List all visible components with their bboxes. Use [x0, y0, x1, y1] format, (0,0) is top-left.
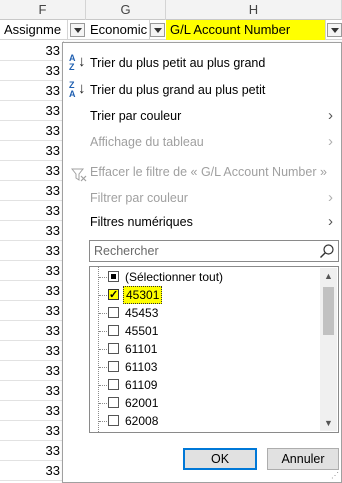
- table-cell[interactable]: 33: [0, 421, 64, 441]
- header-economic[interactable]: Economic: [86, 20, 150, 40]
- chevron-right-icon: ›: [328, 107, 333, 124]
- header-gl-account-number[interactable]: G/L Account Number: [166, 20, 326, 40]
- number-filters-label: Filtres numériques: [90, 215, 193, 229]
- table-cell[interactable]: 33: [0, 261, 64, 281]
- chevron-right-icon: ›: [328, 213, 333, 230]
- list-item-label: 45453: [125, 306, 159, 320]
- list-item[interactable]: 62008: [90, 412, 320, 430]
- table-cell[interactable]: 33: [0, 181, 64, 201]
- column-header-f[interactable]: F: [0, 0, 86, 20]
- table-cell[interactable]: 33: [0, 361, 64, 381]
- list-item[interactable]: 45501: [90, 322, 320, 340]
- sort-by-color-label: Trier par couleur: [90, 109, 182, 123]
- table-cell[interactable]: 33: [0, 161, 64, 181]
- select-all-item[interactable]: (Sélectionner tout): [90, 268, 320, 286]
- column-header-h[interactable]: H: [166, 0, 342, 20]
- list-item-label: 45501: [125, 324, 159, 338]
- search-box[interactable]: Rechercher: [89, 240, 339, 262]
- table-header-row: Assignme Economic G/L Account Number: [0, 20, 342, 40]
- chevron-right-icon: ›: [328, 189, 333, 206]
- table-cell[interactable]: 33: [0, 321, 64, 341]
- sort-descending-label: Trier du plus grand au plus petit: [90, 83, 266, 97]
- filter-dropdown-g[interactable]: [150, 23, 165, 37]
- table-cell[interactable]: 33: [0, 341, 64, 361]
- list-item[interactable]: 62001: [90, 394, 320, 412]
- table-cell[interactable]: 33: [0, 461, 64, 481]
- scroll-thumb[interactable]: [323, 287, 334, 335]
- search-icon: [319, 243, 335, 262]
- list-item[interactable]: 61103: [90, 358, 320, 376]
- filter-dropdown-f[interactable]: [70, 23, 85, 37]
- sort-ascending-icon: A Z ↓: [69, 53, 86, 72]
- table-cell[interactable]: 33: [0, 81, 64, 101]
- clear-filter-label: Effacer le filtre de « G/L Account Numbe…: [90, 165, 327, 179]
- header-assignment[interactable]: Assignme: [0, 20, 68, 40]
- checkbox[interactable]: [108, 271, 119, 282]
- list-item-label: (Sélectionner tout): [125, 270, 224, 284]
- checkbox[interactable]: [108, 325, 119, 336]
- checkbox[interactable]: [108, 307, 119, 318]
- table-cell[interactable]: 33: [0, 101, 64, 121]
- table-cell[interactable]: 33: [0, 441, 64, 461]
- sort-by-color-item[interactable]: Trier par couleur ›: [63, 103, 341, 129]
- table-cell[interactable]: 33: [0, 241, 64, 261]
- cancel-button[interactable]: Annuler: [267, 448, 339, 470]
- checkbox[interactable]: [108, 415, 119, 426]
- filter-by-color-label: Filtrer par couleur: [90, 191, 188, 205]
- number-filters-item[interactable]: Filtres numériques ›: [63, 209, 341, 235]
- table-cell[interactable]: 33: [0, 61, 64, 81]
- checkbox[interactable]: [108, 286, 119, 304]
- table-cell[interactable]: 33: [0, 141, 64, 161]
- filter-dropdown-h[interactable]: [327, 23, 342, 37]
- list-item-label: 45301: [123, 286, 163, 304]
- list-item-label: 61101: [125, 342, 158, 356]
- list-item-label: 62001: [125, 396, 159, 410]
- list-item[interactable]: 45453: [90, 304, 320, 322]
- resize-grip-icon[interactable]: ⋰: [331, 472, 339, 480]
- table-cell[interactable]: 33: [0, 41, 64, 61]
- list-item-label: 61109: [125, 378, 158, 392]
- checkbox[interactable]: [108, 361, 119, 372]
- column-headers: F G H: [0, 0, 342, 20]
- sort-ascending-item[interactable]: A Z ↓ Trier du plus petit au plus grand: [63, 50, 341, 76]
- list-item[interactable]: 45301: [90, 286, 320, 304]
- table-cell[interactable]: 33: [0, 381, 64, 401]
- sort-descending-item[interactable]: Z A ↓ Trier du plus grand au plus petit: [63, 77, 341, 103]
- values-checkbox-list: (Sélectionner tout) 45301 45453 45501 61101 6…: [89, 266, 339, 433]
- sheet-view-label: Affichage du tableau: [90, 135, 204, 149]
- checkbox[interactable]: [108, 397, 119, 408]
- list-item[interactable]: 61101: [90, 340, 320, 358]
- checkbox[interactable]: [108, 343, 119, 354]
- list-item-label: 61103: [125, 360, 158, 374]
- autofilter-menu: A Z ↓ Trier du plus petit au plus grand ZA…: [62, 42, 342, 483]
- sheet-view-item: Affichage du tableau ›: [63, 129, 341, 155]
- table-cell[interactable]: 33: [0, 401, 64, 421]
- ok-button[interactable]: OK: [183, 448, 257, 470]
- sort-ascending-label: Trier du plus petit au plus grand: [90, 56, 266, 70]
- scroll-down-icon[interactable]: ▼: [320, 415, 337, 431]
- table-cell[interactable]: 33: [0, 121, 64, 141]
- table-cell[interactable]: 33: [0, 201, 64, 221]
- list-scrollbar[interactable]: ▲ ▼: [320, 268, 337, 431]
- chevron-right-icon: ›: [328, 133, 333, 150]
- table-cell[interactable]: 33: [0, 281, 64, 301]
- filter-by-color-item: Filtrer par couleur ›: [63, 185, 341, 211]
- scroll-up-icon[interactable]: ▲: [320, 268, 337, 284]
- column-header-g[interactable]: G: [86, 0, 166, 20]
- table-cell[interactable]: 33: [0, 301, 64, 321]
- list-item-label: 62008: [125, 414, 159, 428]
- list-item[interactable]: 61109: [90, 376, 320, 394]
- search-placeholder: Rechercher: [94, 244, 159, 258]
- checkbox[interactable]: [108, 379, 119, 390]
- table-cell[interactable]: 33: [0, 221, 64, 241]
- clear-filter-item: Effacer le filtre de « G/L Account Numbe…: [63, 159, 341, 185]
- sort-descending-icon: Z A ↓: [69, 80, 86, 99]
